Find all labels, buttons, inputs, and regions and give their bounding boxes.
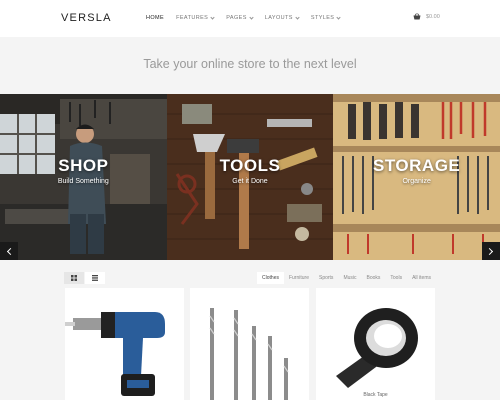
filter-clothes[interactable]: Clothes [257,272,284,284]
filter-music[interactable]: Music [338,272,361,284]
workshop-photo [0,94,167,260]
filter-books[interactable]: Books [362,272,386,284]
product-card[interactable] [190,288,309,400]
list-icon [92,275,98,281]
nav-item-pages[interactable]: PAGES [226,14,254,21]
drill-bits-icon [209,308,289,400]
tape-roll-icon [336,308,418,388]
nav-item-label: HOME [146,15,165,21]
nav-item-home[interactable]: HOME [146,15,164,21]
chevron-down-icon [249,14,254,20]
cordless-drill-icon [65,312,165,396]
storage-photo [333,94,500,260]
banner-subtitle: Build Something [57,178,109,185]
grid-view-button[interactable] [64,272,84,284]
banner-subtitle: Get it Done [232,178,268,185]
banner-panel-shop[interactable]: SHOP Build Something [0,94,167,260]
banner-title: STORAGE [373,156,461,175]
chevron-down-icon [336,14,341,20]
shopping-basket-icon [413,13,421,20]
carousel-next-button[interactable] [482,242,500,260]
site-logo[interactable]: VERSLA [61,12,112,24]
nav-item-layouts[interactable]: LAYOUTS [264,14,300,21]
category-filters: Clothes Furniture Sports Music Books Too… [257,272,436,284]
nav-item-features[interactable]: FEATURES [176,14,215,21]
view-toggle [64,272,105,284]
filter-sports[interactable]: Sports [314,272,338,284]
filter-furniture[interactable]: Furniture [284,272,314,284]
filter-all-items[interactable]: All items [407,272,436,284]
cart-total: $0.00 [426,13,440,20]
chevron-right-icon [485,247,494,255]
banner-panel-storage[interactable]: STORAGE Organize [333,94,500,260]
carousel-prev-button[interactable] [0,242,18,260]
product-name: Black Tape [363,392,388,398]
banner-panel-tools[interactable]: TOOLS Get it Done [166,94,334,260]
site-header: VERSLA HOME FEATURES PAGES LAYOUTS STYLE… [0,0,500,37]
tools-photo [166,94,334,260]
banner-subtitle: Organize [402,178,431,185]
chevron-down-icon [210,14,215,20]
product-card[interactable]: Black Tape [316,288,435,400]
main-nav: HOME FEATURES PAGES LAYOUTS STYLES [146,14,341,21]
cart-button[interactable]: $0.00 [413,13,440,20]
list-view-button[interactable] [85,272,105,284]
hero-banner: SHOP Build Something TOOLS Get it Done S… [0,94,500,260]
nav-item-label: PAGES [226,15,247,21]
nav-item-label: FEATURES [176,15,209,21]
chevron-left-icon [6,247,15,255]
banner-title: SHOP [58,156,109,175]
chevron-down-icon [295,14,300,20]
product-card[interactable] [65,288,184,400]
grid-icon [71,275,77,281]
nav-item-label: STYLES [310,15,335,21]
banner-title: TOOLS [219,156,281,175]
nav-item-label: LAYOUTS [264,15,293,21]
tagline: Take your online store to the next level [143,57,357,71]
nav-item-styles[interactable]: STYLES [310,14,341,21]
filter-tools[interactable]: Tools [385,272,407,284]
